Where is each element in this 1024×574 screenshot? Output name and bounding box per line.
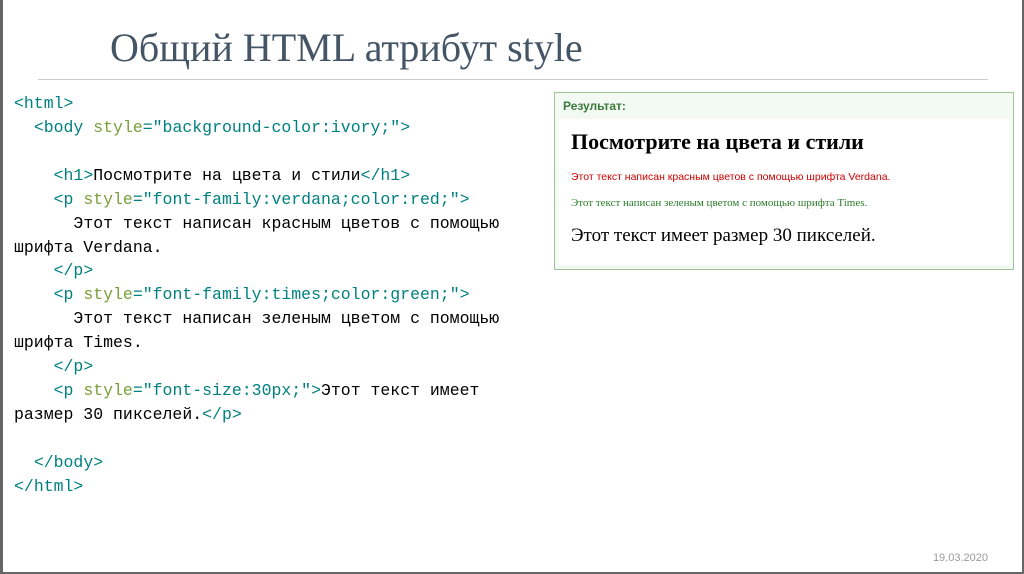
code-text: </ <box>14 261 73 280</box>
content-row: <html> <body style="background-color:ivo… <box>0 92 1024 499</box>
result-preview: Посмотрите на цвета и стили Этот текст н… <box>559 119 1009 265</box>
slide-title: Общий HTML атрибут style <box>0 0 1024 79</box>
code-text: </ <box>202 405 222 424</box>
code-text: Посмотрите на цвета и стили <box>93 166 360 185</box>
result-column: Результат: Посмотрите на цвета и стили Э… <box>544 92 1014 499</box>
code-text <box>73 381 83 400</box>
code-text: </ <box>14 477 34 496</box>
code-text: p <box>73 357 83 376</box>
code-text: </ <box>361 166 381 185</box>
title-underline <box>38 79 988 80</box>
code-text: html <box>24 94 64 113</box>
result-heading: Посмотрите на цвета и стили <box>571 129 997 155</box>
code-text <box>73 285 83 304</box>
code-text: p <box>73 261 83 280</box>
code-text: p <box>64 190 74 209</box>
code-text: > <box>460 190 470 209</box>
code-text: > <box>83 261 93 280</box>
result-box: Результат: Посмотрите на цвета и стили Э… <box>554 92 1014 270</box>
code-text: style <box>93 118 143 137</box>
code-text: "background-color:ivory;" <box>153 118 401 137</box>
code-text: p <box>222 405 232 424</box>
code-block: <html> <body style="background-color:ivo… <box>14 92 544 499</box>
result-paragraph-large: Этот текст имеет размер 30 пикселей. <box>571 225 997 247</box>
code-text: = <box>133 190 143 209</box>
code-text: style <box>83 190 133 209</box>
code-text: > <box>460 285 470 304</box>
slide-left-accent <box>0 0 3 574</box>
result-label: Результат: <box>555 93 1013 119</box>
code-text: > <box>93 453 103 472</box>
code-text: > <box>64 94 74 113</box>
code-text: > <box>400 118 410 137</box>
code-text: > <box>232 405 242 424</box>
code-text <box>73 190 83 209</box>
code-text: </ <box>14 357 73 376</box>
code-text <box>83 118 93 137</box>
code-text: < <box>14 285 64 304</box>
code-text: Этот текст написан зеленым цветом с помо… <box>14 309 509 352</box>
code-text: = <box>133 285 143 304</box>
code-text: < <box>14 166 64 185</box>
code-text: = <box>143 118 153 137</box>
code-text: < <box>14 190 64 209</box>
code-text: "font-family:verdana;color:red;" <box>143 190 460 209</box>
code-text: h1 <box>380 166 400 185</box>
code-text: html <box>34 477 74 496</box>
code-text: < <box>14 94 24 113</box>
code-text: style <box>83 285 133 304</box>
code-text: Этот текст написан красным цветов с помо… <box>14 214 509 257</box>
code-text: body <box>54 453 94 472</box>
code-text: > <box>83 166 93 185</box>
code-text: > <box>83 357 93 376</box>
code-text: > <box>311 381 321 400</box>
code-text: p <box>64 381 74 400</box>
code-text: h1 <box>64 166 84 185</box>
code-text: body <box>44 118 84 137</box>
code-text: "font-family:times;color:green;" <box>143 285 460 304</box>
result-paragraph-green: Этот текст написан зеленым цветом с помо… <box>571 197 997 209</box>
code-text: = <box>133 381 143 400</box>
code-text: < <box>14 381 64 400</box>
code-text: > <box>73 477 83 496</box>
code-text: < <box>14 118 44 137</box>
footer-date: 19.03.2020 <box>933 552 988 564</box>
code-text: > <box>400 166 410 185</box>
result-paragraph-red: Этот текст написан красным цветов с помо… <box>571 171 997 183</box>
code-text: style <box>83 381 133 400</box>
code-text: p <box>64 285 74 304</box>
code-text: "font-size:30px;" <box>143 381 311 400</box>
code-text: </ <box>14 453 54 472</box>
